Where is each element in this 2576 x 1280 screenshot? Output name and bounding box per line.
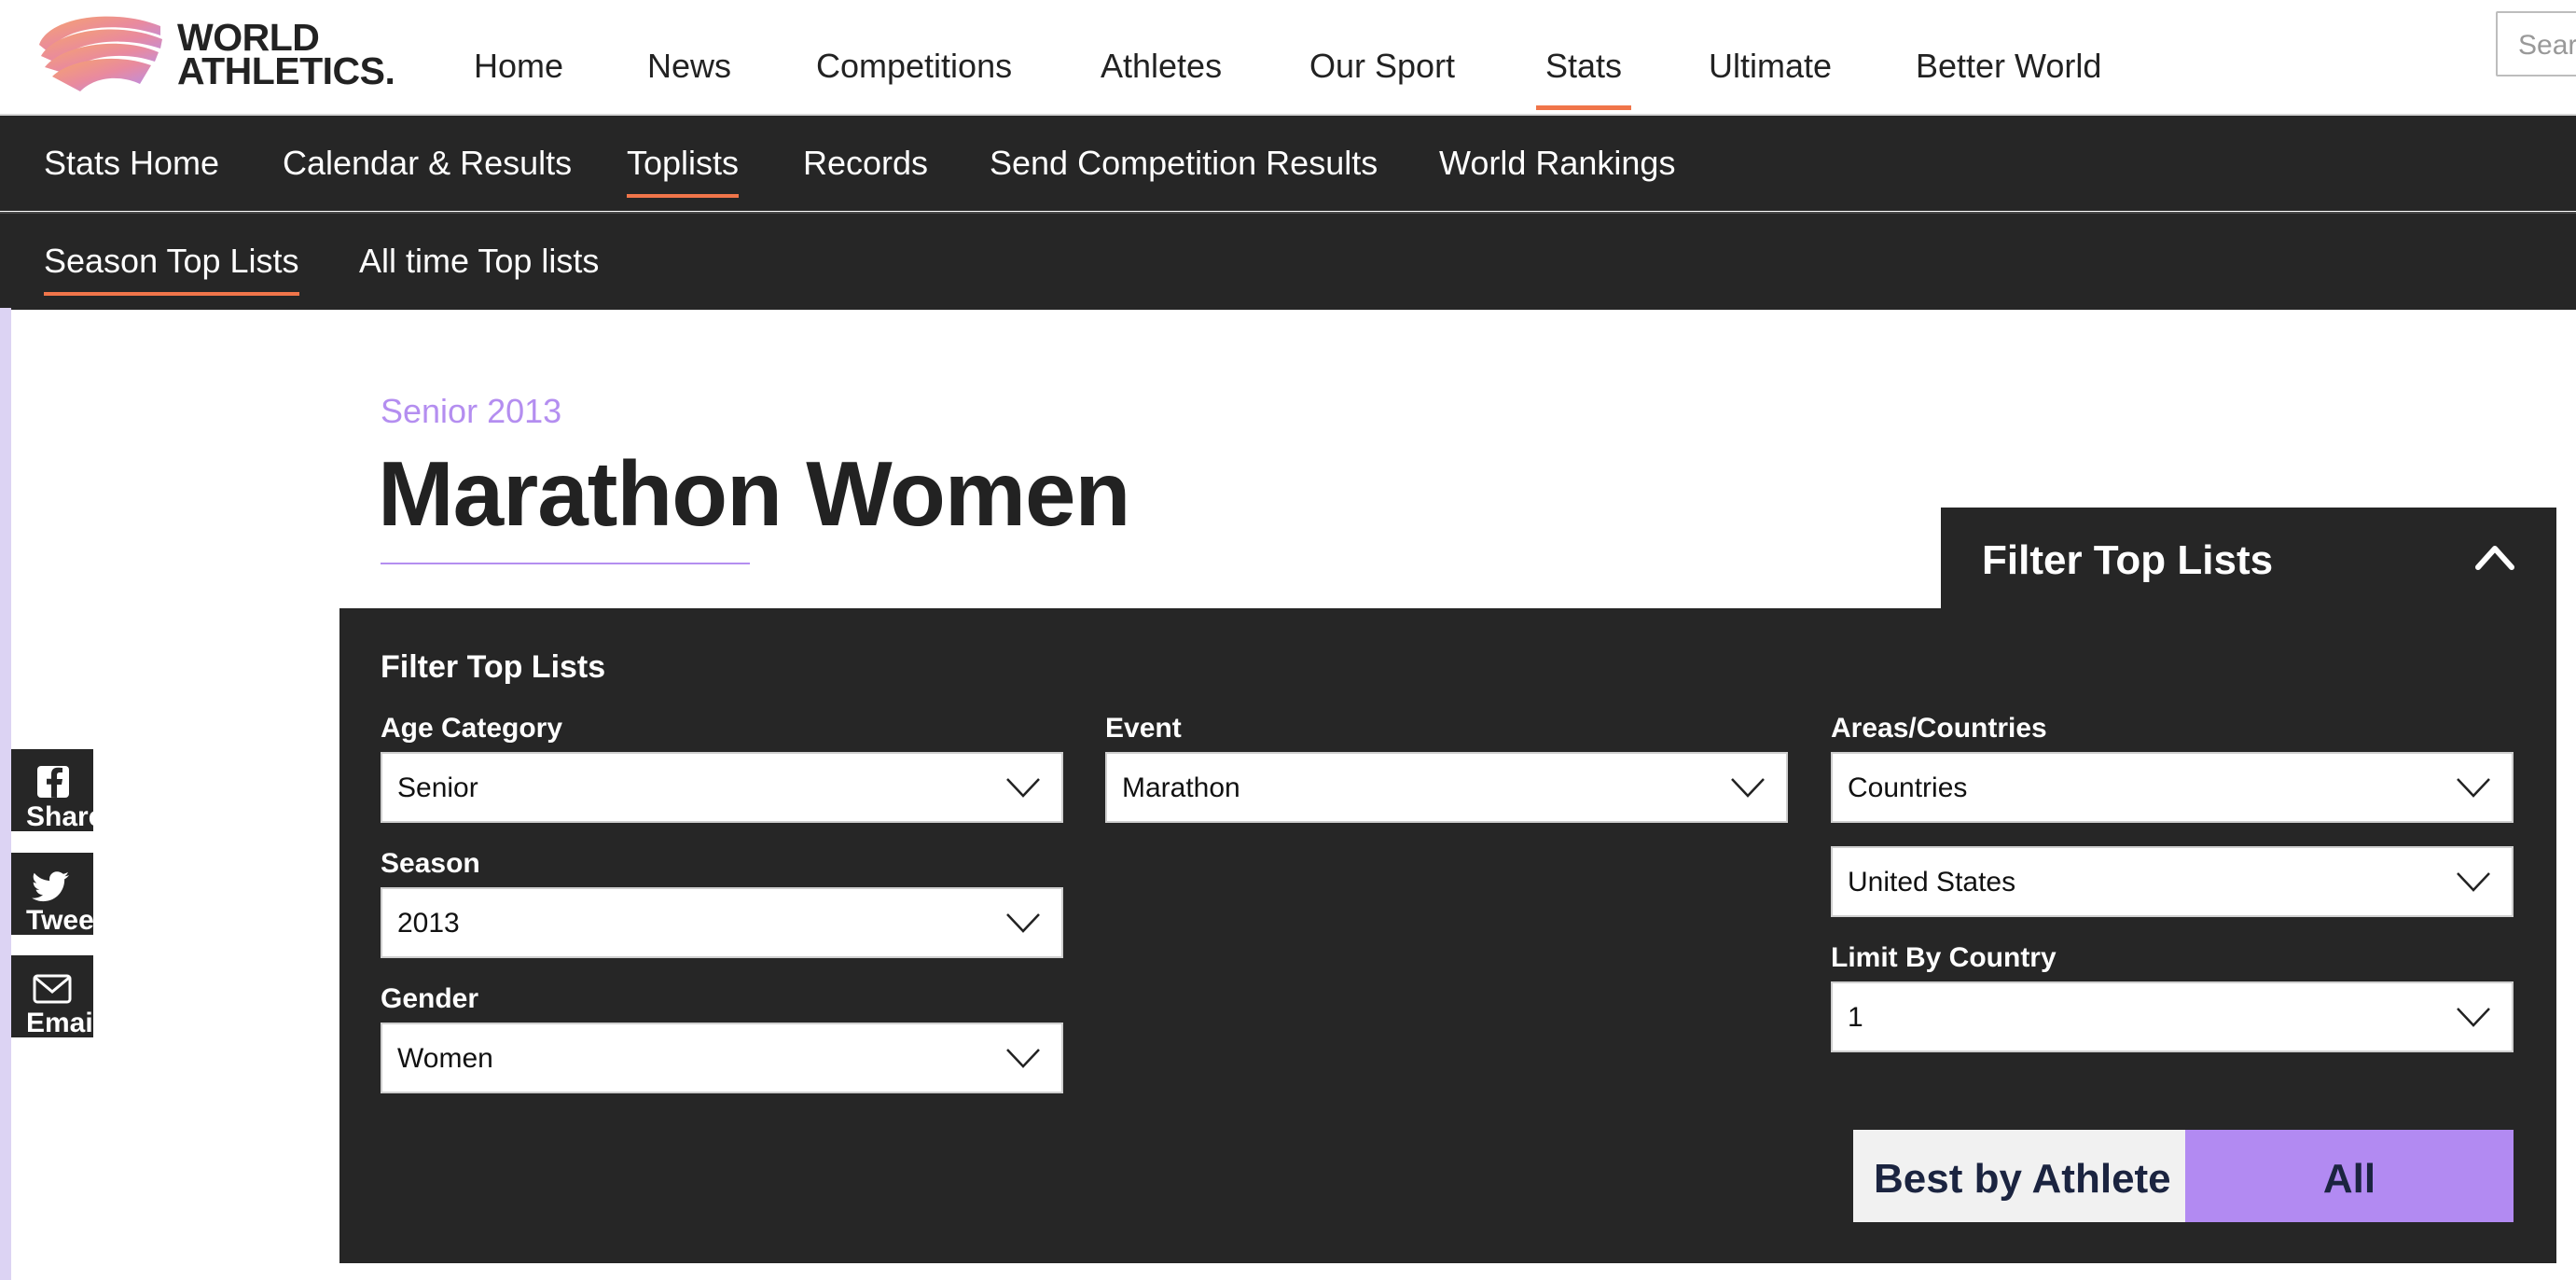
filter-panel-title: Filter Top Lists bbox=[381, 649, 606, 685]
tab-season-top-lists[interactable]: Season Top Lists bbox=[44, 242, 299, 296]
share-twitter-label: Tweet bbox=[26, 905, 93, 935]
gender-value: Women bbox=[397, 1043, 493, 1074]
title-underline bbox=[381, 563, 750, 564]
nav-home[interactable]: Home bbox=[474, 47, 563, 86]
nav-better-world[interactable]: Better World bbox=[1916, 47, 2101, 86]
toplists-nav: Season Top Lists All time Top lists bbox=[0, 212, 2576, 310]
event-select[interactable]: Marathon bbox=[1105, 752, 1788, 823]
logo-mark-icon bbox=[39, 16, 162, 91]
age-category-label: Age Category bbox=[381, 713, 563, 744]
filter-toggle-label: Filter Top Lists bbox=[1982, 537, 2274, 583]
chevron-down-icon bbox=[2457, 872, 2490, 892]
share-twitter-button[interactable]: Tweet bbox=[11, 853, 93, 935]
chevron-down-icon bbox=[2457, 778, 2490, 798]
season-label: Season bbox=[381, 848, 480, 879]
season-select[interactable]: 2013 bbox=[381, 887, 1063, 958]
left-accent-bar bbox=[0, 308, 11, 1280]
filter-toggle-button[interactable]: Filter Top Lists bbox=[1941, 508, 2556, 608]
event-label: Event bbox=[1105, 713, 1182, 744]
search-placeholder: Search bbox=[2518, 30, 2576, 61]
all-toggle[interactable]: All bbox=[2185, 1130, 2514, 1222]
share-email-button[interactable]: Email bbox=[11, 955, 93, 1037]
areas-countries-value: Countries bbox=[1848, 772, 1968, 803]
stats-nav-calendar-results[interactable]: Calendar & Results bbox=[283, 144, 572, 183]
email-icon bbox=[33, 974, 72, 1004]
age-category-select[interactable]: Senior bbox=[381, 752, 1063, 823]
nav-news[interactable]: News bbox=[647, 47, 731, 86]
nav-athletes[interactable]: Athletes bbox=[1101, 47, 1222, 86]
page-subtitle: Senior 2013 bbox=[381, 392, 562, 430]
limit-by-country-label: Limit By Country bbox=[1831, 942, 2057, 973]
gender-select[interactable]: Women bbox=[381, 1023, 1063, 1093]
season-value: 2013 bbox=[397, 908, 460, 939]
best-by-athlete-toggle[interactable]: Best by Athlete bbox=[1853, 1130, 2185, 1222]
chevron-down-icon bbox=[2457, 1008, 2490, 1027]
age-category-value: Senior bbox=[397, 772, 478, 803]
logo-text-athletics: ATHLETICS. bbox=[177, 49, 395, 92]
nav-stats[interactable]: Stats bbox=[1535, 47, 1632, 110]
chevron-down-icon bbox=[1731, 778, 1765, 798]
nav-ultimate[interactable]: Ultimate bbox=[1709, 47, 1832, 86]
country-select[interactable]: United States bbox=[1831, 846, 2514, 917]
areas-countries-label: Areas/Countries bbox=[1831, 713, 2047, 744]
areas-countries-select[interactable]: Countries bbox=[1831, 752, 2514, 823]
chevron-down-icon bbox=[1006, 913, 1040, 933]
search-input[interactable]: Search bbox=[2496, 11, 2576, 77]
nav-our-sport[interactable]: Our Sport bbox=[1309, 47, 1455, 86]
share-facebook-label: Share bbox=[26, 801, 93, 831]
nav-competitions[interactable]: Competitions bbox=[816, 47, 1012, 86]
stats-nav-send-results[interactable]: Send Competition Results bbox=[990, 144, 1378, 183]
country-value: United States bbox=[1848, 867, 2016, 897]
stats-nav-stats-home[interactable]: Stats Home bbox=[44, 144, 219, 183]
world-athletics-logo[interactable]: WORLD ATHLETICS. bbox=[30, 7, 403, 97]
chevron-down-icon bbox=[1006, 778, 1040, 798]
page-title: Marathon Women bbox=[378, 442, 1130, 545]
limit-by-country-value: 1 bbox=[1848, 1002, 1863, 1033]
share-facebook-button[interactable]: Share bbox=[11, 749, 93, 831]
event-value: Marathon bbox=[1122, 772, 1240, 803]
stats-nav: Stats Home Calendar & Results Toplists R… bbox=[0, 116, 2576, 211]
main-header: WORLD ATHLETICS. Home News Competitions … bbox=[0, 0, 2576, 116]
stats-nav-records[interactable]: Records bbox=[803, 144, 928, 183]
tab-all-time-top-lists[interactable]: All time Top lists bbox=[359, 242, 599, 281]
gender-label: Gender bbox=[381, 983, 479, 1014]
stats-nav-world-rankings[interactable]: World Rankings bbox=[1439, 144, 1675, 183]
facebook-icon bbox=[37, 766, 69, 798]
stats-nav-toplists[interactable]: Toplists bbox=[627, 144, 740, 198]
limit-by-country-select[interactable]: 1 bbox=[1831, 981, 2514, 1052]
chevron-down-icon bbox=[1006, 1049, 1040, 1068]
chevron-up-icon bbox=[2475, 546, 2514, 570]
best-by-athlete-label: Best by Athlete bbox=[1874, 1156, 2171, 1202]
twitter-icon bbox=[32, 871, 69, 902]
all-label: All bbox=[2322, 1156, 2376, 1202]
share-email-label: Email bbox=[26, 1008, 93, 1037]
